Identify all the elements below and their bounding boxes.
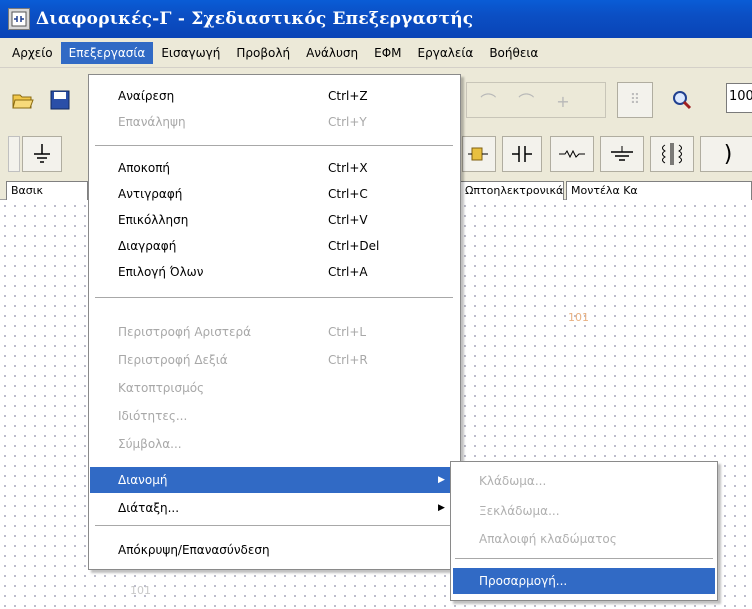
open-folder-icon (12, 94, 34, 109)
resistor-icon (559, 149, 585, 159)
tab-optoelectronics[interactable]: Ωπτοηλεκτρονικά (460, 181, 564, 200)
canvas-component-label: 101 (568, 311, 589, 324)
menu-item-rotate-left[interactable]: Περιστροφή Αριστερά Ctrl+L (90, 319, 459, 345)
ground-component-button[interactable] (22, 136, 62, 172)
inductor-component-button[interactable]: ) (700, 136, 752, 172)
title-bar: Διαφορικές-Γ - Σχεδιαστικός Επεξεργαστής (0, 0, 752, 38)
tab-basic[interactable]: Βασικ (6, 181, 88, 200)
menu-bar: Αρχείο Επεξεργασία Εισαγωγή Προβολή Ανάλ… (0, 38, 752, 68)
menu-file[interactable]: Αρχείο (4, 42, 61, 64)
menu-item-undo[interactable]: Αναίρεση Ctrl+Z (90, 83, 459, 109)
diode-component-button[interactable] (462, 136, 496, 172)
menu-item-symbols[interactable]: Σύμβολα... (90, 431, 459, 457)
submenu-item-unbranch[interactable]: Ξεκλάδωμα... (453, 498, 715, 524)
open-file-button[interactable] (6, 82, 40, 118)
transformer-icon (662, 143, 682, 165)
menu-analysis[interactable]: Ανάλυση (298, 42, 366, 64)
menu-item-copy[interactable]: Αντιγραφή Ctrl+C (90, 181, 459, 207)
battery-icon (611, 146, 633, 161)
submenu-arrow-icon: ▶ (438, 503, 445, 513)
submenu-item-remove-branching[interactable]: Απαλοιφή κλαδώματος (453, 526, 715, 552)
menu-item-mirror[interactable]: Κατοπτρισμός (90, 375, 459, 401)
menu-item-hide-reconnect[interactable]: Απόκρυψη/Επανασύνδεση (90, 537, 459, 563)
menu-help[interactable]: Βοήθεια (481, 42, 546, 64)
grid-toggle-button[interactable]: ⠿ (617, 82, 653, 118)
menu-item-distribute[interactable]: Διανομή ▶ (90, 467, 459, 493)
submenu-item-branch[interactable]: Κλάδωμα... (453, 468, 715, 494)
magnifier-icon (673, 91, 692, 110)
menu-item-delete[interactable]: Διαγραφή Ctrl+Del (90, 233, 459, 259)
save-button[interactable] (40, 82, 80, 118)
menu-separator (455, 558, 713, 560)
floppy-disk-icon (50, 90, 70, 110)
menu-item-redo[interactable]: Επανάληψη Ctrl+Y (90, 109, 459, 135)
menu-tools[interactable]: Εργαλεία (410, 42, 482, 64)
tab-models[interactable]: Μοντέλα Κα (566, 181, 752, 200)
resistor-component-button[interactable] (550, 136, 594, 172)
rotate-icons: ⌒⌒+ (480, 92, 592, 111)
toolbar-grip[interactable] (8, 136, 20, 172)
menu-item-paste[interactable]: Επικόλληση Ctrl+V (90, 207, 459, 233)
capacitor-icon (512, 146, 532, 162)
submenu-arrow-icon: ▶ (438, 475, 445, 485)
menu-view[interactable]: Προβολή (228, 42, 298, 64)
menu-separator (95, 145, 453, 147)
menu-edit[interactable]: Επεξεργασία (60, 41, 154, 64)
menu-item-rotate-right[interactable]: Περιστροφή Δεξιά Ctrl+R (90, 347, 459, 373)
zoom-button[interactable] (664, 82, 700, 118)
grid-icon: ⠿ (629, 92, 641, 108)
edit-menu: Αναίρεση Ctrl+Z Επανάληψη Ctrl+Y Αποκοπή… (88, 74, 461, 570)
menu-item-arrange[interactable]: Διάταξη... ▶ (90, 495, 459, 521)
menu-efm[interactable]: ΕΦΜ (366, 42, 409, 64)
canvas-component-label-2: 101 (130, 584, 151, 597)
app-icon[interactable] (8, 8, 30, 30)
menu-separator (95, 297, 453, 299)
menu-item-cut[interactable]: Αποκοπή Ctrl+X (90, 155, 459, 181)
window-title: Διαφορικές-Γ - Σχεδιαστικός Επεξεργαστής (36, 9, 474, 29)
menu-insert[interactable]: Εισαγωγή (153, 42, 228, 64)
capacitor-component-button[interactable] (502, 136, 542, 172)
zoom-level-field[interactable]: 100 (726, 83, 752, 113)
submenu-item-adapt[interactable]: Προσαρμογή... (453, 568, 715, 594)
diode-icon (468, 147, 488, 161)
menu-item-properties[interactable]: Ιδιότητες... (90, 403, 459, 429)
battery-component-button[interactable] (600, 136, 644, 172)
menu-item-select-all[interactable]: Επιλογή Όλων Ctrl+A (90, 259, 459, 285)
menu-separator (95, 525, 453, 527)
transformer-component-button[interactable] (650, 136, 694, 172)
distribute-submenu: Κλάδωμα... Ξεκλάδωμα... Απαλοιφή κλαδώμα… (450, 461, 718, 601)
inductor-icon: ) (723, 141, 733, 167)
rotate-toolbar-group: ⌒⌒+ (466, 82, 606, 118)
ground-icon (34, 144, 50, 163)
